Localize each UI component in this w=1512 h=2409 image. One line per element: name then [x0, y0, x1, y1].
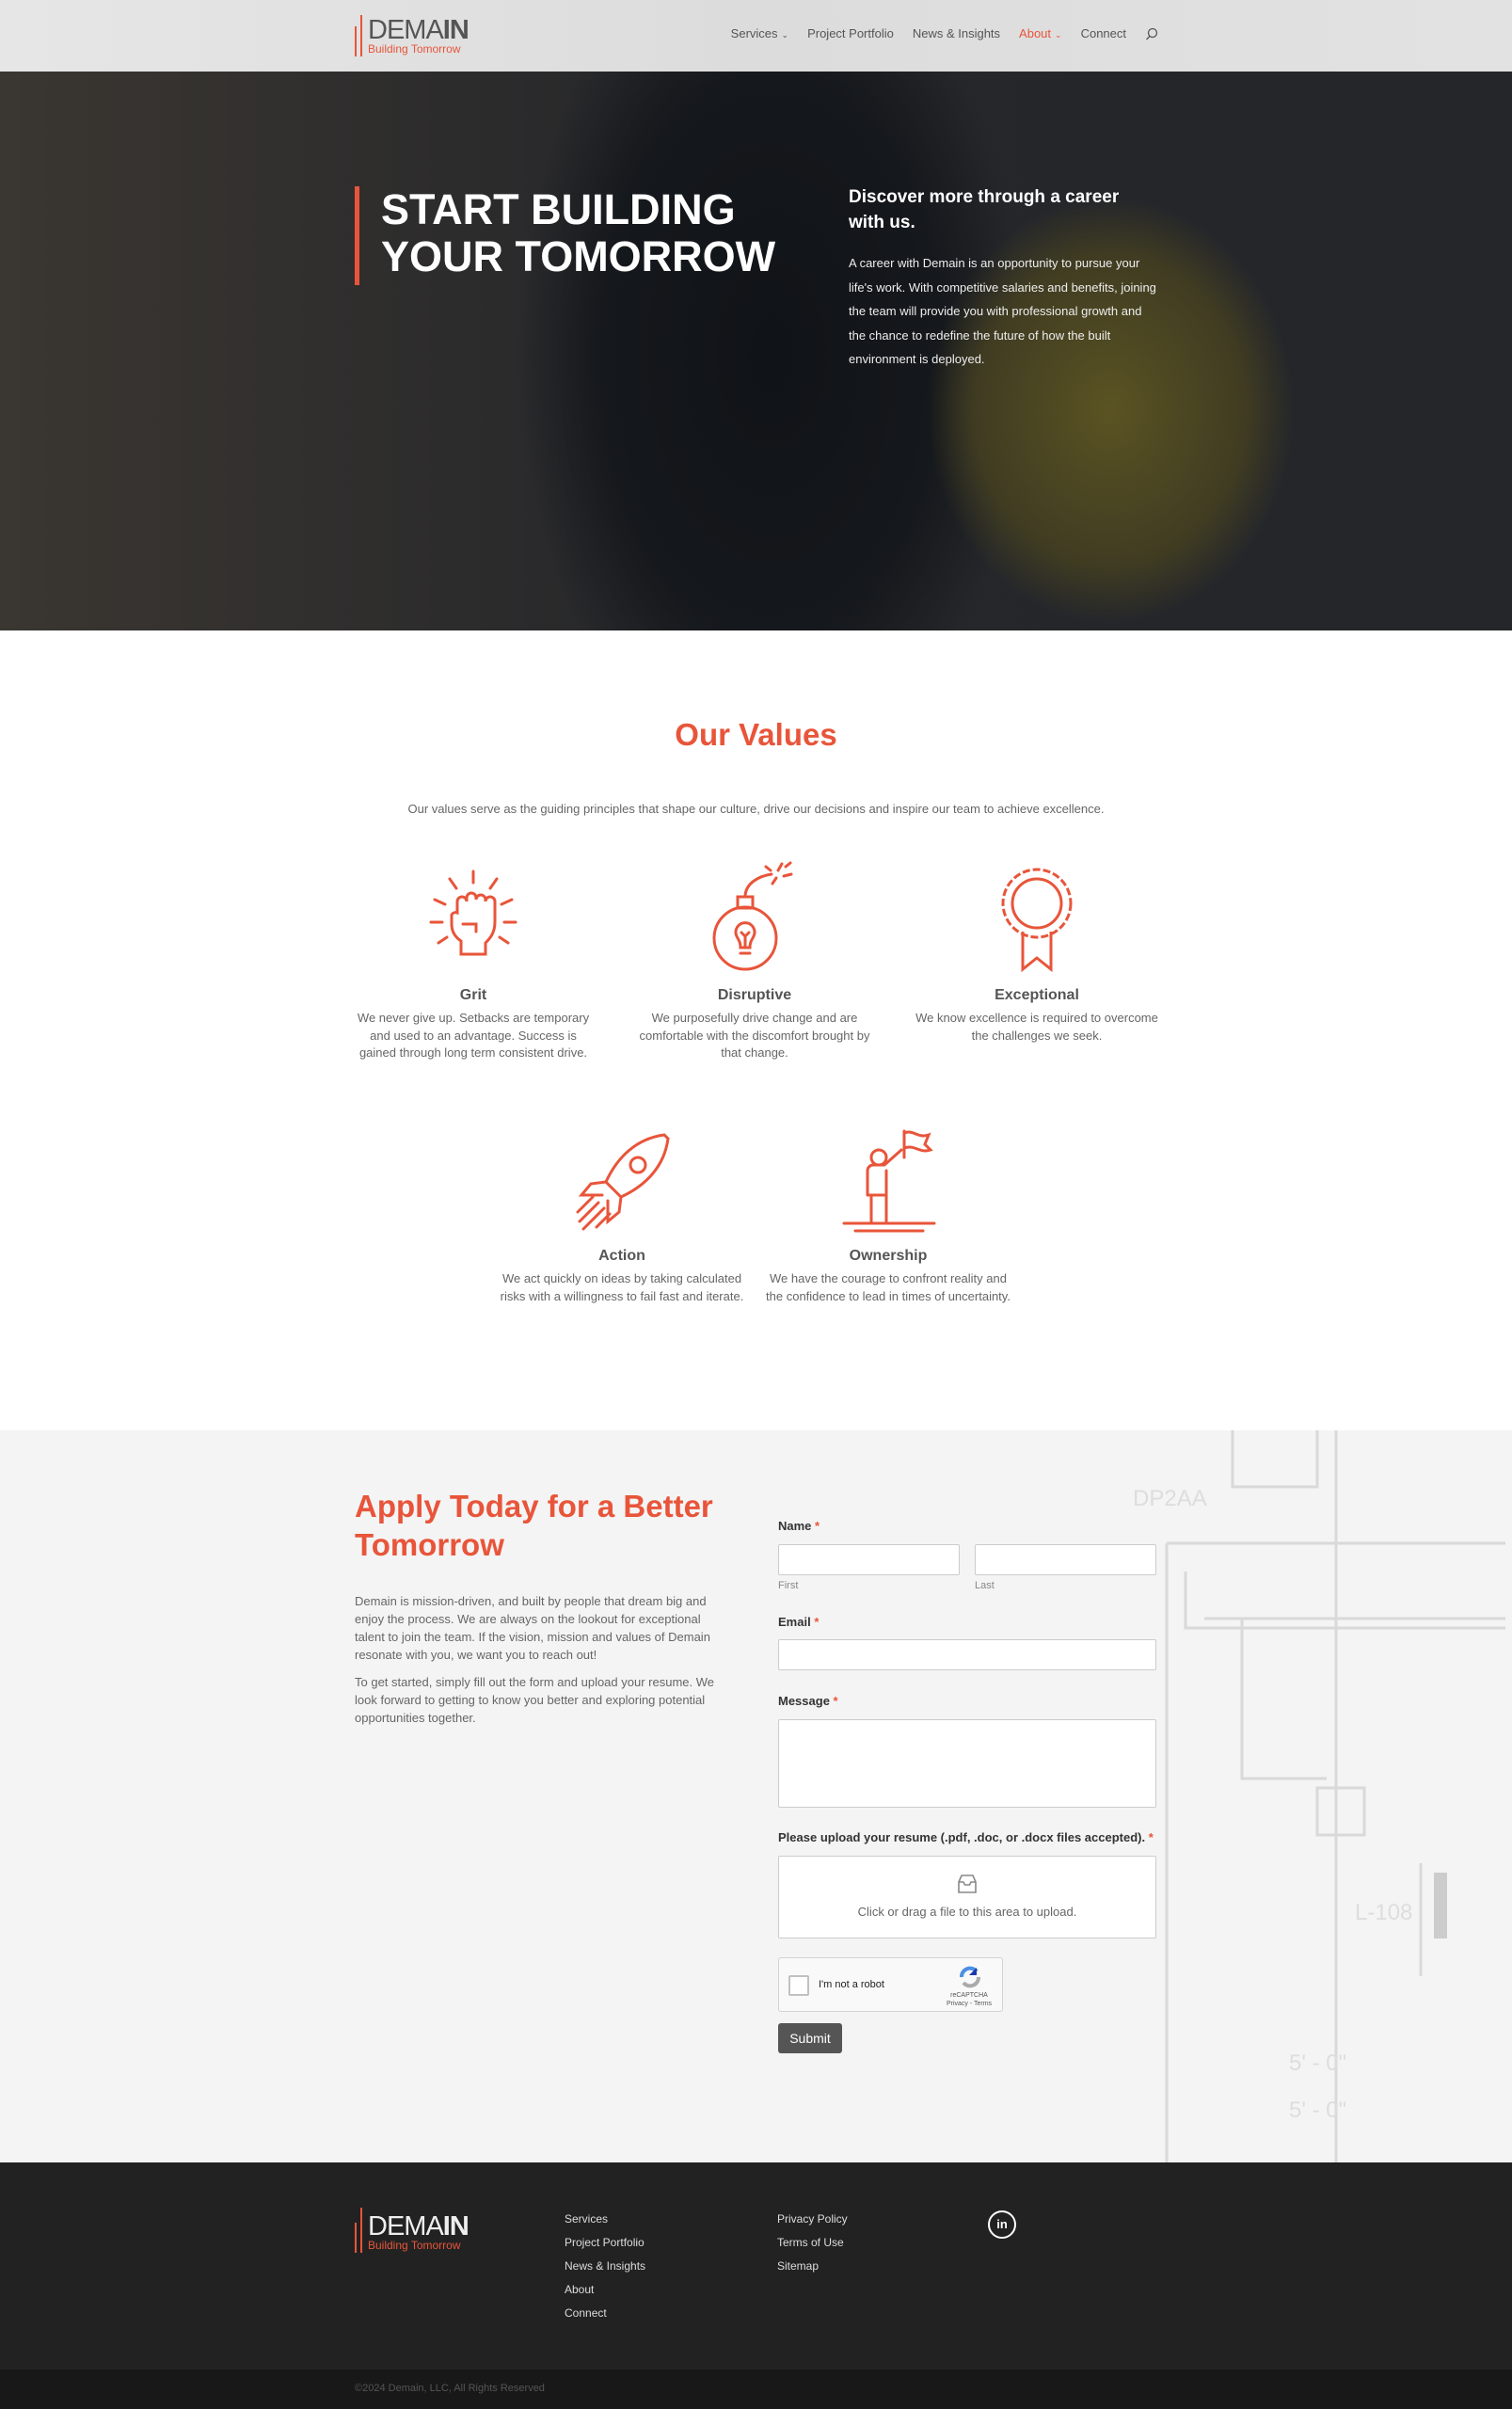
site-header: DEMAIN Building Tomorrow Services ⌄ Proje… [0, 0, 1512, 72]
logo[interactable]: DEMAIN Building Tomorrow [355, 14, 470, 56]
name-label: Name * [778, 1519, 820, 1533]
svg-text:L-108: L-108 [1355, 1900, 1412, 1925]
value-text: We act quickly on ideas by taking calcul… [500, 1271, 744, 1303]
search-icon[interactable] [1145, 27, 1158, 40]
value-text: We know excellence is required to overco… [915, 1011, 1158, 1043]
chevron-down-icon: ⌄ [1055, 30, 1062, 40]
recaptcha-label: I'm not a robot [819, 1979, 884, 1990]
footer-nav: Services Project Portfolio News & Insigh… [565, 2212, 645, 2330]
person-flag-icon [842, 1129, 936, 1233]
value-title: Action [598, 1248, 645, 1264]
apply-section: DP2AA L-108 5' - 0" 5' - 0" Apply Today for… [0, 1430, 1512, 2162]
footer-link-terms[interactable]: Terms of Use [777, 2236, 848, 2249]
values-subtitle: Our values serve as the guiding principl… [407, 802, 1105, 816]
message-label: Message * [778, 1694, 838, 1708]
svg-text:DP2AA: DP2AA [1133, 1486, 1207, 1511]
logo-tagline: Building Tomorrow [368, 2238, 461, 2252]
inbox-icon [958, 1875, 977, 1893]
footer-logo[interactable]: DEMAIN Building Tomorrow [355, 2208, 470, 2253]
value-card: Disruptive We purposefully drive change … [632, 861, 877, 1062]
hero-accent-bar [355, 186, 359, 285]
value-title: Grit [459, 987, 487, 1003]
value-text: We never give up. Setbacks are temporary… [357, 1011, 590, 1060]
nav-news-insights[interactable]: News & Insights [913, 26, 1000, 40]
resume-dropzone[interactable]: Click or drag a file to this area to upl… [778, 1856, 1156, 1938]
value-card: Action We act quickly on ideas by taking… [500, 1129, 744, 1305]
recaptcha-logo-icon [960, 1966, 980, 1988]
chevron-down-icon: ⌄ [781, 30, 789, 40]
footer-legal: Privacy Policy Terms of Use Sitemap [777, 2212, 848, 2283]
copyright: ©2024 Demain, LLC, All Rights Reserved [355, 2383, 545, 2394]
recaptcha-brand: reCAPTCHA [950, 1992, 988, 1999]
first-sublabel: First [778, 1580, 799, 1591]
blueprint-background: DP2AA L-108 5' - 0" 5' - 0" [1133, 1430, 1505, 2162]
svg-text:5' - 0": 5' - 0" [1289, 2098, 1346, 2123]
upload-label: Please upload your resume (.pdf, .doc, o… [778, 1830, 1154, 1844]
email-label: Email * [778, 1615, 820, 1629]
footer-link-news-insights[interactable]: News & Insights [565, 2259, 645, 2273]
value-title: Exceptional [995, 987, 1079, 1003]
value-card: Grit We never give up. Setbacks are temp… [351, 866, 596, 1062]
logo-text: DEMA [368, 2210, 444, 2241]
nav-services[interactable]: Services ⌄ [731, 26, 788, 40]
value-text: We purposefully drive change and are com… [639, 1011, 870, 1060]
footer-link-sitemap[interactable]: Sitemap [777, 2259, 848, 2273]
rocket-icon [576, 1133, 670, 1231]
apply-paragraph: Demain is mission-driven, and built by p… [355, 1594, 710, 1662]
submit-button[interactable]: Submit [778, 2023, 842, 2053]
footer-link-services[interactable]: Services [565, 2212, 645, 2226]
message-textarea[interactable] [778, 1719, 1156, 1808]
apply-intro: Demain is mission-driven, and built by p… [355, 1592, 726, 1736]
value-card: Exceptional We know excellence is requir… [915, 866, 1159, 1045]
site-footer: DEMAIN Building Tomorrow Services Projec… [0, 2162, 1512, 2369]
value-card: Ownership We have the courage to confron… [766, 1129, 1011, 1305]
main-nav: Services ⌄ Project Portfolio News & Insig… [731, 26, 1158, 40]
hero-subtitle: Discover more through a career with us. [849, 187, 1120, 232]
linkedin-icon[interactable]: in [988, 2210, 1016, 2239]
footer-link-project-portfolio[interactable]: Project Portfolio [565, 2236, 645, 2249]
logo-text-bold: IN [442, 2210, 470, 2241]
value-title: Ownership [849, 1248, 928, 1264]
upload-hint: Click or drag a file to this area to upl… [857, 1905, 1077, 1919]
recaptcha-widget: I'm not a robot reCAPTCHA Privacy - Terms [778, 1957, 1003, 2012]
nav-project-portfolio[interactable]: Project Portfolio [807, 26, 894, 40]
recaptcha-checkbox[interactable] [788, 1975, 809, 1996]
logo-mark [355, 2208, 362, 2253]
footer-link-connect[interactable]: Connect [565, 2306, 645, 2320]
apply-paragraph: To get started, simply fill out the form… [355, 1675, 714, 1725]
nav-connect[interactable]: Connect [1081, 26, 1126, 40]
values-title: Our Values [675, 717, 837, 752]
value-text: We have the courage to confront reality … [766, 1271, 1011, 1303]
footer-bottom-bar: ©2024 Demain, LLC, All Rights Reserved [0, 2369, 1512, 2409]
hero-title: START BUILDING YOUR TOMORROW [381, 185, 776, 280]
svg-text:5' - 0": 5' - 0" [1289, 2050, 1346, 2076]
logo-text: DEMA [368, 14, 444, 45]
award-ribbon-icon [1001, 868, 1073, 973]
last-sublabel: Last [975, 1580, 995, 1591]
footer-link-about[interactable]: About [565, 2283, 645, 2296]
nav-about[interactable]: About ⌄ [1019, 26, 1062, 40]
apply-title: Apply Today for a Better Tomorrow [355, 1489, 713, 1562]
email-input[interactable] [778, 1639, 1156, 1670]
last-name-input[interactable] [975, 1544, 1156, 1575]
recaptcha-links[interactable]: Privacy - Terms [939, 2000, 999, 2008]
footer-link-privacy[interactable]: Privacy Policy [777, 2212, 848, 2226]
logo-text-bold: IN [442, 14, 470, 45]
logo-mark [355, 15, 362, 56]
hero-banner: START BUILDING YOUR TOMORROW Discover mor… [0, 72, 1512, 630]
first-name-input[interactable] [778, 1544, 960, 1575]
value-title: Disruptive [717, 987, 792, 1003]
lightbulb-bomb-icon [712, 861, 793, 971]
hero-body: A career with Demain is an opportunity t… [849, 256, 1156, 366]
fist-icon [429, 869, 517, 956]
logo-tagline: Building Tomorrow [368, 41, 461, 56]
